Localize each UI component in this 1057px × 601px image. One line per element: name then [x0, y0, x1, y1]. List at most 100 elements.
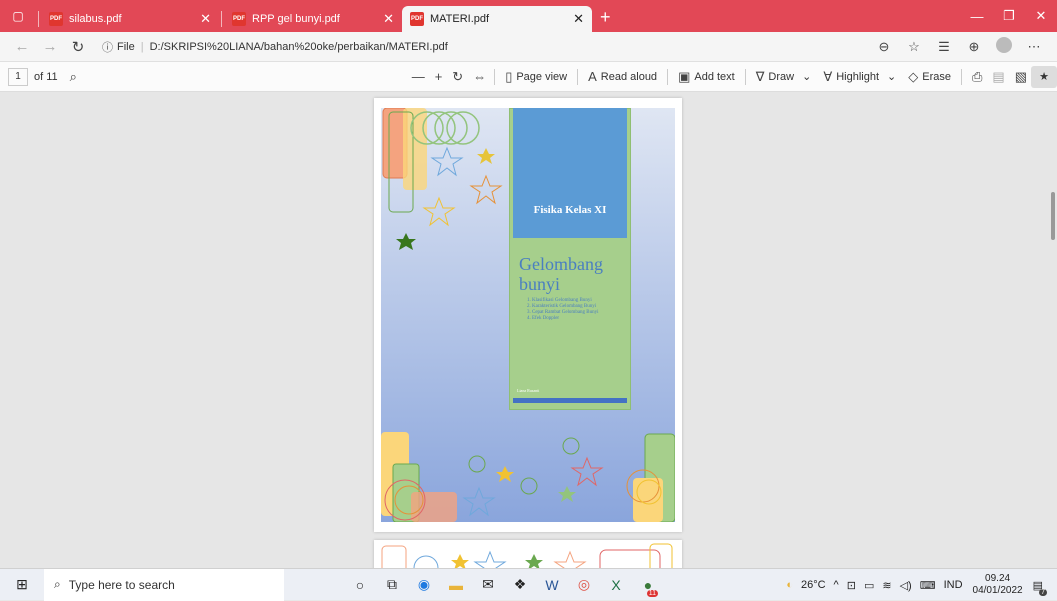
page-view-button[interactable]: ▯ Page view: [505, 69, 567, 85]
cover-title: Gelombang bunyi: [519, 254, 603, 294]
search-icon[interactable]: ⌕: [70, 69, 77, 85]
chevron-up-icon[interactable]: ^: [834, 579, 839, 591]
refresh-icon[interactable]: ↻: [64, 38, 92, 56]
edge-icon[interactable]: ◉: [408, 576, 440, 593]
search-placeholder: Type here to search: [68, 577, 175, 592]
zoom-in-icon[interactable]: +: [435, 69, 443, 84]
forward-icon[interactable]: →: [36, 38, 64, 55]
read-aloud-icon: A: [588, 69, 597, 84]
draw-label: Draw: [768, 70, 795, 83]
dropbox-icon[interactable]: ❖: [504, 576, 536, 593]
scrollbar-thumb[interactable]: [1051, 192, 1055, 240]
pdf-icon: PDF: [49, 12, 63, 26]
add-text-button[interactable]: ▣ Add text: [678, 69, 735, 85]
date: 04/01/2022: [972, 585, 1023, 596]
save-as-icon[interactable]: ▧: [1015, 69, 1027, 85]
collections-icon[interactable]: ⊕: [959, 39, 989, 55]
windows-start-icon[interactable]: ⊞: [0, 576, 44, 593]
chevron-down-icon: ⌄: [887, 71, 897, 83]
zoom-out-icon[interactable]: —: [412, 69, 425, 84]
weather-icon[interactable]: ◐: [786, 579, 793, 591]
cover-author: Liana Rusanti: [517, 388, 540, 393]
page2-decorations: [381, 543, 673, 568]
cortana-icon[interactable]: ○: [344, 577, 376, 593]
fit-icon[interactable]: ⇔: [473, 69, 486, 84]
clock[interactable]: 09.24 04/01/2022: [973, 573, 1023, 597]
close-icon[interactable]: ✕: [383, 11, 394, 27]
new-tab-button[interactable]: +: [592, 7, 619, 32]
rotate-icon[interactable]: ↻: [452, 69, 463, 85]
app-icon[interactable]: ● 11: [632, 577, 664, 597]
restore-icon[interactable]: ❐: [993, 8, 1025, 24]
save-icon[interactable]: ▤: [992, 69, 1004, 85]
tab-label: silabus.pdf: [69, 13, 122, 25]
erase-button[interactable]: ◇ Erase: [908, 69, 951, 85]
tab-materi[interactable]: PDF MATERI.pdf ✕: [402, 6, 592, 32]
notification-icon[interactable]: ▤ 7: [1033, 579, 1047, 596]
close-window-icon[interactable]: ✕: [1025, 8, 1057, 24]
draw-button[interactable]: ∇ Draw ⌄: [756, 69, 812, 85]
url-prefix: File: [117, 40, 135, 53]
chevron-down-icon: ⌄: [802, 71, 812, 83]
divider: [494, 68, 496, 85]
divider: [38, 11, 39, 27]
info-icon[interactable]: ⓘ: [102, 39, 113, 55]
pdf-icon: PDF: [410, 12, 424, 26]
time: 09.24: [985, 573, 1011, 584]
battery-icon[interactable]: ▭: [864, 579, 874, 592]
taskbar-search[interactable]: ⌕ Type here to search: [44, 568, 284, 601]
tab-silabus[interactable]: PDF silabus.pdf ✕: [41, 6, 219, 32]
notification-count: 7: [1039, 588, 1047, 596]
add-text-label: Add text: [694, 70, 735, 83]
favorites-icon[interactable]: ☰: [929, 39, 959, 55]
back-icon[interactable]: ←: [8, 38, 36, 55]
page-count: of 11: [34, 70, 58, 83]
wifi-icon[interactable]: ≋: [882, 579, 891, 592]
scrollbar[interactable]: [1049, 92, 1057, 568]
keyboard-icon[interactable]: ⌨: [920, 579, 936, 592]
divider: [667, 68, 669, 85]
cover-subject: Fisika Kelas XI: [533, 204, 607, 216]
favorite-icon[interactable]: ☆: [899, 39, 929, 55]
notification-badge: 11: [646, 589, 658, 597]
read-aloud-button[interactable]: A Read aloud: [588, 69, 657, 84]
divider: [221, 11, 222, 27]
url-field[interactable]: ⓘ File | D:/SKRIPSI%20LIANA/bahan%20oke/…: [102, 39, 869, 55]
profile-icon[interactable]: [989, 37, 1019, 56]
chrome-icon[interactable]: ◎: [568, 576, 600, 593]
address-bar: ← → ↻ ⓘ File | D:/SKRIPSI%20LIANA/bahan%…: [0, 32, 1057, 62]
more-icon[interactable]: ⋯: [1019, 39, 1049, 55]
tab-actions-icon[interactable]: ▢: [0, 0, 36, 32]
word-icon[interactable]: W: [536, 577, 568, 593]
excel-icon[interactable]: X: [600, 577, 632, 593]
minimize-icon[interactable]: —: [961, 9, 993, 24]
eraser-icon: ◇: [908, 68, 919, 84]
search-icon: ⌕: [54, 577, 61, 591]
file-explorer-icon[interactable]: ▬: [440, 577, 472, 593]
topic-item: 4. Efek Doppler: [527, 316, 560, 321]
zoom-icon[interactable]: ⊖: [869, 39, 899, 55]
system-tray: ◐ 26°C ^ ⊡ ▭ ≋ ◁) ⌨ IND 09.24 04/01/2022…: [782, 569, 1047, 601]
pdf-viewport[interactable]: Fisika Kelas XI Gelombang bunyi 1. Klasi…: [0, 92, 1057, 568]
read-aloud-label: Read aloud: [600, 70, 658, 83]
task-view-icon[interactable]: ⧉: [376, 576, 408, 593]
pdf-page-1: Fisika Kelas XI Gelombang bunyi 1. Klasi…: [374, 98, 682, 532]
erase-label: Erase: [922, 70, 951, 83]
close-icon[interactable]: ✕: [200, 11, 211, 27]
close-icon[interactable]: ✕: [573, 11, 584, 27]
mail-icon[interactable]: ✉: [472, 576, 504, 593]
add-text-icon: ▣: [678, 68, 691, 84]
highlight-icon: ∀: [823, 68, 833, 84]
temperature[interactable]: 26°C: [801, 579, 826, 591]
pin-toolbar-icon[interactable]: ★: [1031, 65, 1057, 88]
volume-icon[interactable]: ◁): [900, 579, 912, 592]
tab-rpp[interactable]: PDF RPP gel bunyi.pdf ✕: [224, 6, 402, 32]
cover-blue-box: Fisika Kelas XI: [513, 108, 627, 238]
print-icon[interactable]: ⎙: [972, 69, 982, 85]
pdf-page-2: [374, 540, 682, 568]
highlight-button[interactable]: ∀ Highlight ⌄: [823, 69, 896, 85]
network-icon[interactable]: ⊡: [847, 579, 856, 592]
language-indicator[interactable]: IND: [944, 579, 963, 591]
divider: [744, 68, 746, 85]
page-number-input[interactable]: 1: [8, 67, 28, 86]
